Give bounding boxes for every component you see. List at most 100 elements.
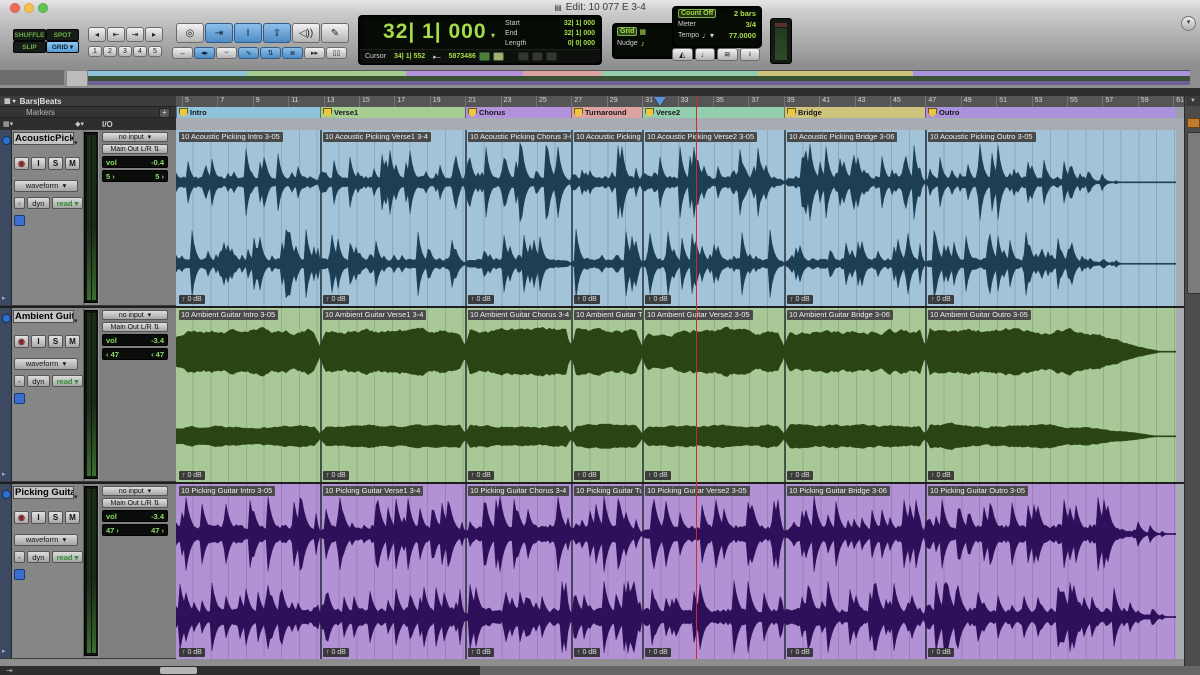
track-mute-button[interactable]: M — [65, 511, 80, 524]
edit-mode-slip[interactable]: SLIP — [13, 41, 46, 53]
zoom-preset-3[interactable]: 3 — [118, 46, 132, 57]
audio-clip[interactable] — [642, 130, 784, 306]
track-name[interactable]: Picking Guitar — [13, 486, 74, 499]
layered-edit-button[interactable]: ▸▸ — [304, 47, 325, 59]
automation-mode-button[interactable]: read ▾ — [52, 197, 83, 209]
track-input-monitor-button[interactable]: I — [31, 511, 46, 524]
trim-tool[interactable]: ⇥ — [205, 23, 233, 43]
pre-roll-icon[interactable] — [479, 52, 490, 61]
record-arm-button[interactable]: ◉ — [14, 511, 29, 524]
output-meter-fader[interactable] — [770, 18, 792, 64]
marker-flag-icon[interactable] — [323, 108, 332, 118]
clip-gain-badge[interactable]: ↑ 0 dB — [574, 471, 600, 480]
marker-section-verse2[interactable]: Verse2 — [642, 107, 785, 118]
forward-button[interactable]: ⇥ — [126, 27, 144, 42]
marker-flag-icon[interactable] — [468, 108, 477, 118]
audio-clip[interactable] — [320, 308, 465, 482]
markers-ruler-panel[interactable]: Markers + — [0, 107, 176, 118]
track-input-monitor-button[interactable]: I — [31, 157, 46, 170]
audio-clip[interactable] — [176, 130, 320, 306]
track-volume-display[interactable]: vol -3.4 — [102, 334, 168, 346]
track-pan-display[interactable]: 5 › 5 › — [102, 170, 168, 182]
rewind-button[interactable]: ◂ — [88, 27, 106, 42]
audio-clip[interactable] — [465, 130, 571, 306]
clip-gain-badge[interactable]: ↑ 0 dB — [787, 295, 813, 304]
nudge-label[interactable]: Nudge — [617, 40, 638, 47]
audio-clip[interactable] — [320, 484, 465, 659]
marker-section-chorus[interactable]: Chorus — [465, 107, 572, 118]
selection-start-value[interactable]: 32| 1| 000 — [564, 19, 595, 29]
record-arm-button[interactable]: ◉ — [14, 335, 29, 348]
grid-follows-button[interactable]: ≣ — [282, 47, 303, 59]
track-volume-display[interactable]: vol -0.4 — [102, 156, 168, 168]
track-solo-button[interactable]: S — [48, 511, 63, 524]
track-freeze-icon[interactable] — [14, 215, 25, 226]
audio-clip[interactable] — [465, 484, 571, 659]
clip-gain-badge[interactable]: ↑ 0 dB — [928, 648, 954, 657]
session-count-off-label[interactable]: Count Off — [678, 9, 716, 18]
track-input-selector[interactable]: no input ▾ — [102, 310, 168, 320]
track-mute-button[interactable]: M — [65, 335, 80, 348]
audio-clip[interactable] — [465, 308, 571, 482]
marker-section-intro[interactable]: Intro — [176, 107, 321, 118]
audio-clip[interactable] — [642, 308, 784, 482]
transport-mini-icon-2[interactable] — [532, 52, 543, 61]
clip-gain-badge[interactable]: ↑ 0 dB — [323, 648, 349, 657]
audio-clip[interactable] — [571, 130, 642, 306]
automation-toggle-icon[interactable]: ◦ — [14, 197, 25, 209]
pencil-tool[interactable]: ✎ — [321, 23, 349, 43]
universe-view[interactable] — [0, 66, 1200, 88]
marker-mini-icon[interactable] — [1187, 118, 1200, 128]
ruler-dropdown-icon[interactable]: ▾ — [13, 98, 16, 105]
session-meter-value[interactable]: 3/4 — [746, 20, 756, 29]
track-expand-icon[interactable]: ▸ — [2, 470, 6, 478]
track-list-icon[interactable]: ▦▾ — [3, 120, 13, 128]
zoom-preset-2[interactable]: 2 — [103, 46, 117, 57]
universe-thumb[interactable] — [66, 70, 88, 87]
track-input-selector[interactable]: no input ▾ — [102, 486, 168, 496]
clip-gain-badge[interactable]: ↑ 0 dB — [645, 295, 671, 304]
audio-clip[interactable] — [784, 308, 925, 482]
track-open-icon[interactable] — [2, 136, 11, 145]
marker-flag-icon[interactable] — [574, 108, 583, 118]
audio-clip[interactable] — [320, 130, 465, 306]
zoom-window-button[interactable] — [38, 3, 48, 13]
automation-toggle-icon[interactable]: ◦ — [14, 551, 25, 563]
track-pan-display[interactable]: ‹ 47 ‹ 47 — [102, 348, 168, 360]
track-volume-display[interactable]: vol -3.4 — [102, 510, 168, 522]
session-count-off-value[interactable]: 2 bars — [734, 9, 756, 18]
vertical-scroll-thumb[interactable] — [1187, 132, 1200, 294]
clip-gain-badge[interactable]: ↑ 0 dB — [645, 471, 671, 480]
track-solo-button[interactable]: S — [48, 157, 63, 170]
marker-section-verse1[interactable]: Verse1 — [320, 107, 466, 118]
audio-clip[interactable] — [784, 130, 925, 306]
post-roll-icon[interactable] — [493, 52, 504, 61]
clip-list-button[interactable]: ▯▯ — [326, 47, 347, 59]
audio-clip[interactable] — [925, 130, 1176, 306]
play-button[interactable]: ▸ — [145, 27, 163, 42]
marker-flag-icon[interactable] — [645, 108, 654, 118]
clip-gain-badge[interactable]: ↑ 0 dB — [179, 648, 205, 657]
selection-end-value[interactable]: 32| 1| 000 — [564, 29, 595, 39]
track-output-selector[interactable]: Main Out L/R ⇅ — [102, 322, 168, 332]
zoom-preset-5[interactable]: 5 — [148, 46, 162, 57]
clip-gain-badge[interactable]: ↑ 0 dB — [468, 295, 494, 304]
edit-mode-grid[interactable]: GRID ▾ — [46, 41, 79, 53]
audio-clip[interactable] — [571, 484, 642, 659]
scrubber-tool[interactable]: ◁)) — [292, 23, 320, 43]
clip-gain-badge[interactable]: ↑ 0 dB — [645, 648, 671, 657]
counter-units-dropdown-icon[interactable]: ▾ — [491, 31, 495, 40]
audio-clip[interactable] — [925, 308, 1176, 482]
clip-gain-badge[interactable]: ↑ 0 dB — [787, 471, 813, 480]
track-open-icon[interactable] — [2, 314, 11, 323]
track-output-selector[interactable]: Main Out L/R ⇅ — [102, 498, 168, 508]
link-track-button[interactable]: ∿ — [238, 47, 259, 59]
audio-clip[interactable] — [176, 484, 320, 659]
clip-gain-badge[interactable]: ↑ 0 dB — [468, 471, 494, 480]
edit-mode-spot[interactable]: SPOT — [46, 29, 79, 41]
clip-gain-badge[interactable]: ↑ 0 dB — [468, 648, 494, 657]
marker-flag-icon[interactable] — [928, 108, 937, 118]
clip-gain-badge[interactable]: ↑ 0 dB — [574, 295, 600, 304]
zoom-preset-4[interactable]: 4 — [133, 46, 147, 57]
audio-clip[interactable] — [925, 484, 1176, 659]
